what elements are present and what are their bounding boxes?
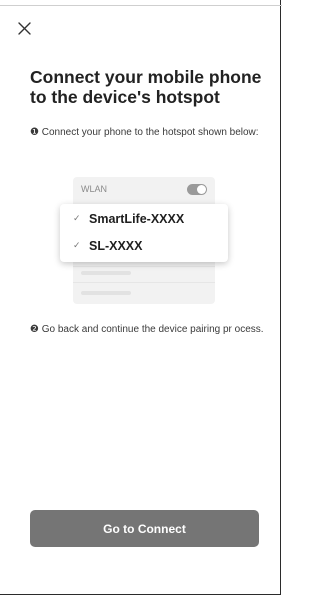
check-icon: ✓ — [73, 240, 81, 250]
step-2-marker: ❷ — [30, 324, 39, 335]
card-divider — [73, 282, 215, 283]
network-name: SL-XXXX — [89, 239, 143, 253]
check-icon: ✓ — [73, 213, 81, 223]
step-2-text: Go back and continue the device pairing … — [41, 324, 264, 335]
go-to-connect-button[interactable]: Go to Connect — [30, 510, 259, 547]
network-list-popup: ✓ SmartLife-XXXX ✓ SL-XXXX — [60, 204, 228, 262]
wlan-label: WLAN — [81, 184, 108, 194]
card-divider — [73, 266, 215, 267]
network-name: SmartLife-XXXX — [89, 212, 185, 226]
wlan-row: WLAN — [73, 178, 215, 202]
network-item: ✓ SL-XXXX — [60, 235, 228, 259]
step-2-instruction: ❷ Go back and continue the device pairin… — [30, 324, 266, 336]
wlan-toggle-icon — [187, 184, 207, 195]
placeholder-bar — [81, 291, 131, 295]
placeholder-bar — [81, 271, 131, 275]
toggle-knob — [197, 185, 206, 194]
hotspot-illustration: WLAN ✓ SmartLife-XXXX ✓ SL-XXXX — [0, 0, 282, 320]
network-item: ✓ SmartLife-XXXX — [60, 208, 228, 232]
